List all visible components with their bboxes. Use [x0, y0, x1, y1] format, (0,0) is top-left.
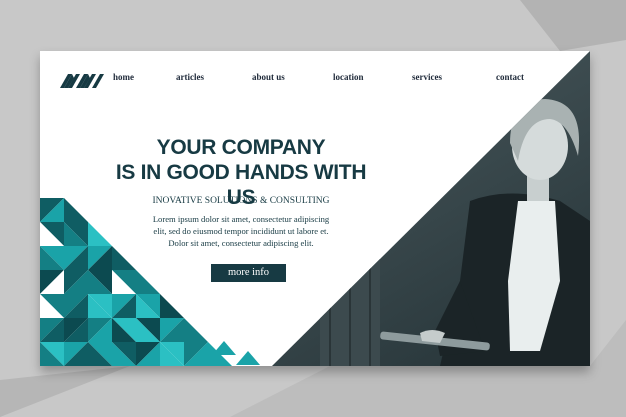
pattern-triangle: [212, 341, 236, 355]
triangles-logo-icon: [60, 74, 104, 88]
more-info-button[interactable]: more info: [211, 264, 286, 282]
hero-description-line-1: Lorem ipsum dolor sit amet, consectetur …: [152, 214, 330, 224]
nav-services[interactable]: services: [412, 72, 442, 86]
pattern-triangle: [160, 294, 184, 318]
pattern-triangle: [88, 222, 112, 246]
nav-contact[interactable]: contact: [496, 72, 524, 86]
pattern-triangle: [184, 318, 208, 342]
pattern-triangle: [236, 351, 260, 365]
landing-card: home articles about us location services…: [40, 51, 590, 366]
hero-title-line-1: YOUR COMPANY: [156, 136, 326, 159]
pattern-triangle: [136, 270, 160, 294]
hero-subtitle: INOVATIVE SOLUTIONS & CONSULTING: [152, 196, 330, 206]
pattern-triangle: [64, 198, 88, 222]
nav-articles[interactable]: articles: [176, 72, 204, 86]
nav-home[interactable]: home: [113, 72, 134, 86]
pattern-triangle: [112, 246, 136, 270]
hero-description-line-2: elit, sed do eiusmod tempor incididunt u…: [153, 226, 329, 236]
hero-description: Lorem ipsum dolor sit amet, consectetur …: [125, 213, 357, 249]
hero-description-line-3: Dolor sit amet, consectetur adipiscing e…: [168, 238, 314, 248]
nav-about-us[interactable]: about us: [252, 72, 285, 86]
nav-location[interactable]: location: [333, 72, 364, 86]
